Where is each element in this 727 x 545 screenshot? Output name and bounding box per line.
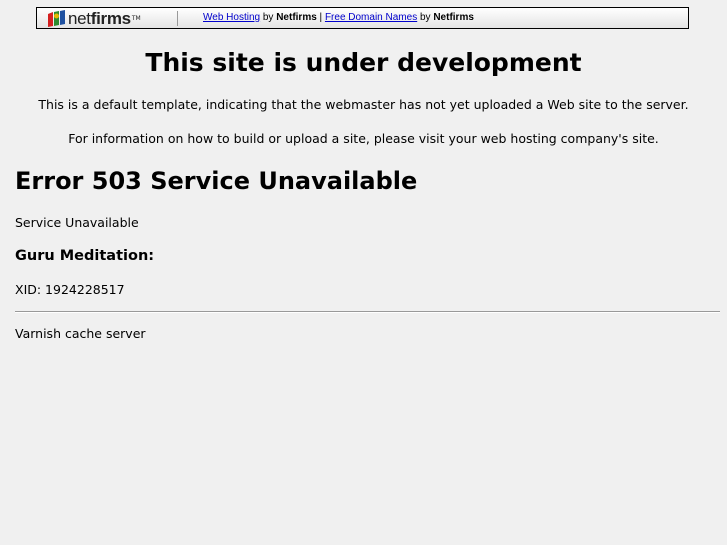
logo-net: net [68, 9, 91, 28]
logo-trademark: TM [131, 15, 141, 22]
error-message: Service Unavailable [15, 215, 139, 230]
netfirms-logo-icon [47, 10, 67, 28]
hosting-info: For information on how to build or uploa… [68, 131, 659, 146]
template-notice: This is a default template, indicating t… [38, 97, 689, 112]
free-domain-names-link[interactable]: Free Domain Names [325, 12, 417, 23]
guru-meditation-heading: Guru Meditation: [15, 248, 155, 264]
banner-separator: | [316, 12, 325, 23]
banner-divider [177, 11, 178, 26]
netfirms-logo[interactable]: netfirms TM [47, 9, 141, 29]
banner-brand: Netfirms [433, 12, 474, 23]
varnish-footer: Varnish cache server [15, 326, 146, 341]
logo-firms: firms [90, 9, 131, 28]
web-hosting-link[interactable]: Web Hosting [203, 12, 260, 23]
netfirms-banner: netfirms TM Web Hosting by Netfirms | Fr… [36, 7, 689, 29]
banner-by-text: by [417, 12, 434, 23]
banner-brand: Netfirms [276, 12, 317, 23]
page-title: This site is under development [145, 48, 582, 77]
banner-by-text: by [260, 12, 277, 23]
netfirms-logo-text: netfirms [68, 10, 131, 28]
xid-text: XID: 1924228517 [15, 282, 125, 297]
horizontal-rule [15, 311, 720, 313]
error-heading: Error 503 Service Unavailable [15, 167, 418, 195]
banner-links: Web Hosting by Netfirms | Free Domain Na… [203, 12, 474, 24]
